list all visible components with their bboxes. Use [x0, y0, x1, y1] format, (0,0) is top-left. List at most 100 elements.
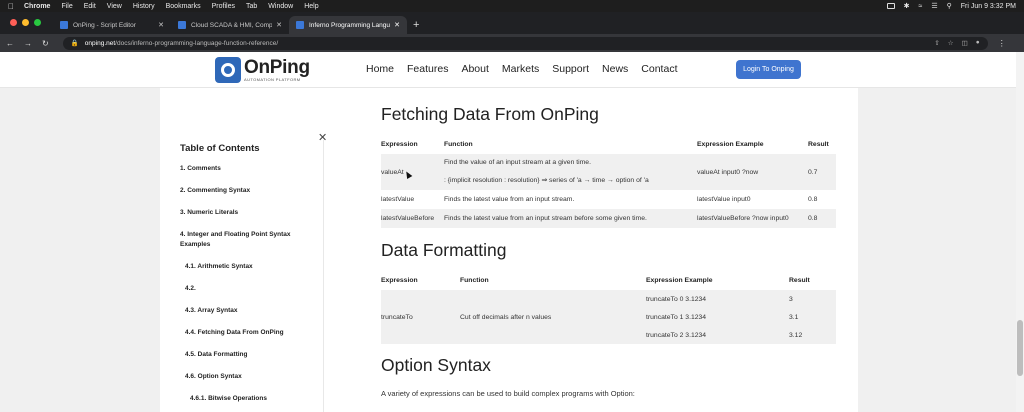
- toc-item[interactable]: 1. Comments: [180, 164, 320, 174]
- fetching-table: Expression Function Expression Example R…: [381, 134, 836, 228]
- menu-edit[interactable]: Edit: [84, 3, 96, 10]
- tab-strip: OnPing - Script Editor ✕ Cloud SCADA & H…: [0, 12, 1024, 34]
- cell-result: 3.12: [789, 326, 836, 344]
- cell-result: 0.7: [808, 154, 836, 190]
- site-header: OnPing AUTOMATION PLATFORM Home Features…: [0, 52, 1024, 88]
- cell-function: Cut off decimals after n values: [460, 290, 646, 344]
- page-scrollbar[interactable]: [1016, 52, 1024, 412]
- toc-item[interactable]: 4.6.1. Bitwise Operations: [180, 394, 320, 404]
- more-menu-icon[interactable]: ⋮: [998, 39, 1006, 48]
- nav-about[interactable]: About: [461, 63, 488, 75]
- control-center-icon[interactable]: ☰: [931, 2, 937, 10]
- profile-icon[interactable]: ●: [976, 39, 980, 47]
- macos-menubar:  Chrome File Edit View History Bookmark…: [0, 0, 1024, 12]
- nav-markets[interactable]: Markets: [502, 63, 539, 75]
- formatting-table: Expression Function Expression Example R…: [381, 270, 836, 344]
- wifi-icon[interactable]: ≈: [918, 3, 922, 10]
- maximize-window-icon[interactable]: [34, 19, 41, 26]
- menu-window[interactable]: Window: [268, 3, 293, 10]
- cell-expression: latestValue: [381, 196, 415, 203]
- onping-logo-mark-icon: [215, 57, 241, 83]
- section-title-option: Option Syntax: [381, 355, 491, 375]
- reload-icon[interactable]: ↻: [42, 39, 49, 48]
- toc-item[interactable]: 4.1. Arithmetic Syntax: [180, 262, 320, 272]
- col-result: Result: [789, 276, 810, 284]
- toc-item[interactable]: 4.5. Data Formatting: [180, 350, 320, 360]
- onping-favicon-icon: [178, 21, 186, 29]
- cell-example: valueAt input0 ?now: [697, 154, 808, 190]
- table-row: latestValueBefore Finds the latest value…: [381, 209, 836, 228]
- status-area: ✱ ≈ ☰ ⚲ Fri Jun 9 3:32 PM: [886, 2, 1016, 10]
- table-header-row: Expression Function Expression Example R…: [381, 134, 836, 154]
- new-tab-icon[interactable]: +: [413, 19, 419, 31]
- address-bar[interactable]: 🔒 onping.net /docs/inferno-programming-l…: [62, 36, 988, 50]
- close-tab-icon[interactable]: ✕: [276, 21, 282, 29]
- lock-icon[interactable]: 🔒: [71, 39, 79, 47]
- cell-function: Finds the latest value from an input str…: [444, 209, 697, 228]
- menu-profiles[interactable]: Profiles: [212, 3, 235, 10]
- toc-divider: [323, 140, 324, 412]
- toc-item[interactable]: 4.4. Fetching Data From OnPing: [180, 328, 320, 338]
- toc-item[interactable]: 3. Numeric Literals: [180, 208, 320, 218]
- menu-tab[interactable]: Tab: [246, 3, 257, 10]
- nav-features[interactable]: Features: [407, 63, 448, 75]
- col-expression: Expression: [381, 276, 418, 284]
- close-tab-icon[interactable]: ✕: [394, 21, 400, 29]
- toc-item[interactable]: 2. Commenting Syntax: [180, 186, 320, 196]
- toc-title: Table of Contents: [180, 143, 260, 154]
- apple-icon[interactable]: : [8, 2, 14, 11]
- table-row: latestValue Finds the latest value from …: [381, 190, 836, 209]
- tab-title: OnPing - Script Editor: [73, 21, 136, 29]
- close-window-icon[interactable]: [10, 19, 17, 26]
- toc-item[interactable]: 4.2.: [180, 284, 320, 294]
- col-function: Function: [460, 276, 489, 284]
- bookmark-star-icon[interactable]: ☆: [948, 39, 954, 47]
- toc-item[interactable]: 4. Integer and Floating Point Syntax Exa…: [180, 230, 320, 250]
- col-example: Expression Example: [697, 140, 764, 148]
- menu-view[interactable]: View: [107, 3, 122, 10]
- nav-home[interactable]: Home: [366, 63, 394, 75]
- bluetooth-icon[interactable]: ✱: [904, 2, 910, 10]
- forward-icon[interactable]: →: [24, 39, 32, 48]
- sidebar-icon[interactable]: ◫: [962, 39, 968, 47]
- close-tab-icon[interactable]: ✕: [158, 21, 164, 29]
- cell-result: 0.8: [808, 196, 818, 203]
- menu-file[interactable]: File: [61, 3, 72, 10]
- table-header-row: Expression Function Expression Example R…: [381, 270, 836, 290]
- back-icon[interactable]: ←: [6, 39, 14, 48]
- minimize-window-icon[interactable]: [22, 19, 29, 26]
- tab-inferno-reference[interactable]: Inferno Programming Languag... ✕: [289, 16, 407, 34]
- cell-expression: truncateTo: [381, 290, 460, 344]
- url-path: /docs/inferno-programming-language-funct…: [115, 39, 279, 47]
- nav-contact[interactable]: Contact: [641, 63, 677, 75]
- login-button[interactable]: Login To Onping: [736, 60, 801, 79]
- toc-item[interactable]: 4.6. Option Syntax: [180, 372, 320, 382]
- browser-toolbar: ← → ↻ 🔒 onping.net /docs/inferno-program…: [0, 34, 1024, 52]
- tab-cloud-scada[interactable]: Cloud SCADA & HMI, Complet... ✕: [171, 16, 289, 34]
- search-icon[interactable]: ⚲: [947, 2, 952, 10]
- table-row: truncateTo Cut off decimals after n valu…: [381, 290, 836, 344]
- nav-news[interactable]: News: [602, 63, 628, 75]
- menu-help[interactable]: Help: [304, 3, 318, 10]
- screen-record-icon[interactable]: [886, 3, 895, 9]
- function-description: Find the value of an input stream at a g…: [444, 159, 591, 166]
- cell-result: 3.1: [789, 308, 836, 326]
- menu-history[interactable]: History: [133, 3, 155, 10]
- menu-app[interactable]: Chrome: [24, 3, 50, 10]
- onping-logo[interactable]: OnPing AUTOMATION PLATFORM: [215, 57, 310, 83]
- share-icon[interactable]: ⇧: [934, 39, 939, 47]
- clock[interactable]: Fri Jun 9 3:32 PM: [961, 3, 1016, 10]
- tab-title: Cloud SCADA & HMI, Complet...: [191, 21, 273, 29]
- menu-bookmarks[interactable]: Bookmarks: [166, 3, 201, 10]
- cell-example: truncateTo 0 3.1234: [646, 290, 789, 308]
- cell-example: truncateTo 2 3.1234: [646, 326, 789, 344]
- nav-support[interactable]: Support: [552, 63, 589, 75]
- window-controls: [10, 19, 41, 26]
- tab-script-editor[interactable]: OnPing - Script Editor ✕: [53, 16, 171, 34]
- toc-item[interactable]: 4.3. Array Syntax: [180, 306, 320, 316]
- col-result: Result: [808, 140, 829, 148]
- scrollbar-thumb[interactable]: [1017, 320, 1023, 376]
- section-title-fetching: Fetching Data From OnPing: [381, 104, 599, 124]
- main-nav: Home Features About Markets Support News…: [366, 63, 690, 75]
- col-function: Function: [444, 140, 473, 148]
